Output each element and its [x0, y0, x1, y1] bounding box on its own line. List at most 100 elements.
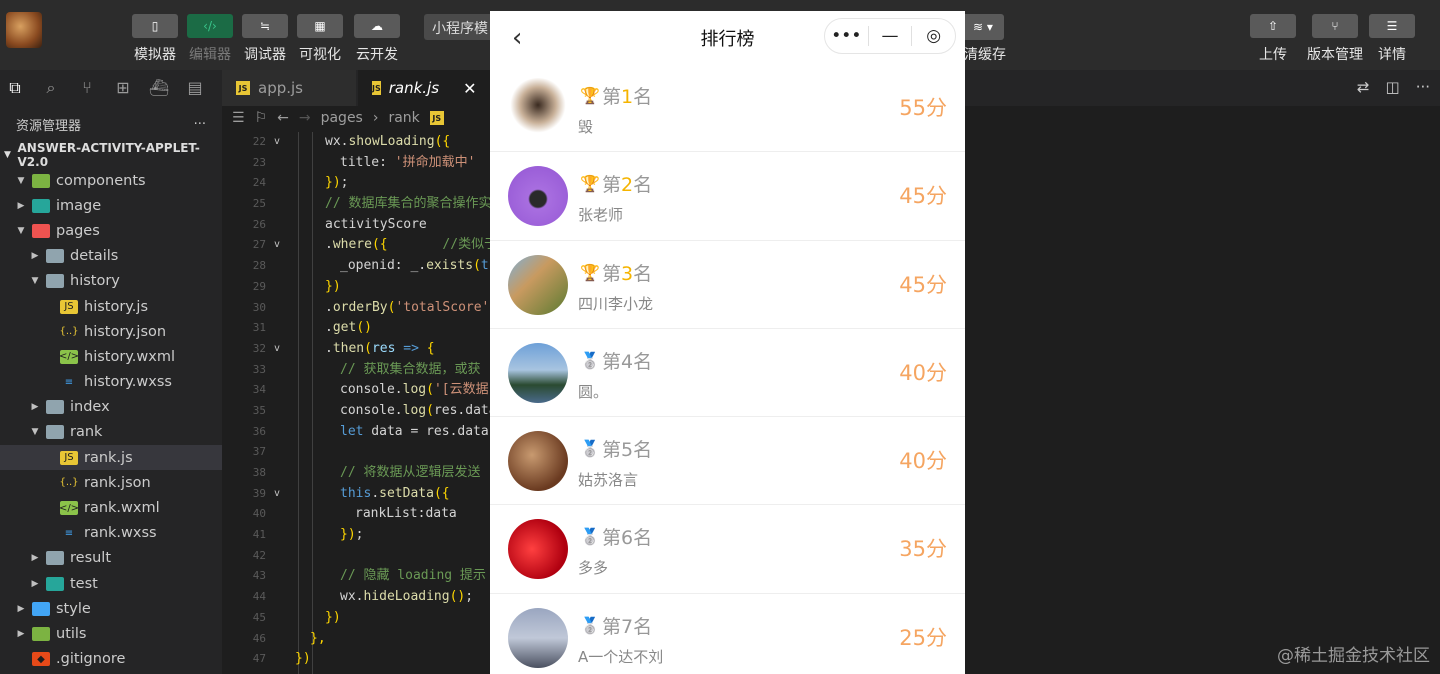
tree-item-label: rank.json	[84, 474, 151, 491]
more-actions-icon[interactable]: ···	[1416, 78, 1430, 96]
clear-cache-button[interactable]: ≋ ▾	[962, 14, 1004, 40]
details-button[interactable]: ☰ 详情	[1367, 14, 1417, 64]
tree-item[interactable]: ▶ result	[0, 546, 222, 571]
line-number: 33	[252, 362, 266, 376]
code-text: activityScore	[325, 215, 427, 236]
rank-item[interactable]: 🏆 第2名 张老师 45分	[490, 152, 965, 241]
code-token: (	[426, 382, 434, 398]
code-text: })	[325, 277, 341, 298]
rank-item[interactable]: 🥈 第7名 A一个达不刘 25分	[490, 594, 965, 674]
tree-item[interactable]: ▼ components	[0, 168, 222, 193]
close-icon[interactable]: ✕	[463, 79, 476, 98]
version-button[interactable]: ⑂ 版本管理	[1305, 14, 1365, 64]
cloud-button[interactable]: ☁ 云开发	[352, 14, 402, 64]
rank-item[interactable]: 🥈 第5名 姑苏洛言 40分	[490, 417, 965, 506]
rank-item[interactable]: 🥈 第4名 圆。 40分	[490, 329, 965, 418]
tab-app-js[interactable]: JS app.js	[222, 70, 356, 106]
project-root-label: ANSWER-ACTIVITY-APPLET-V2.0	[17, 141, 200, 169]
code-text: })	[295, 649, 311, 670]
fold-icon[interactable]: v	[274, 235, 280, 256]
rank-item[interactable]: 🥈 第6名 多多 35分	[490, 505, 965, 594]
tree-item[interactable]: ▼ history	[0, 269, 222, 294]
line-number: 26	[252, 217, 266, 231]
tree-item[interactable]: ≡ rank.wxss	[0, 521, 222, 546]
score: 25分	[899, 625, 947, 650]
code-token: console.	[340, 382, 403, 398]
line-number: 39	[252, 486, 266, 500]
source-control-icon[interactable]: ⑂	[76, 77, 98, 99]
upload-button[interactable]: ⇧ 上传	[1248, 14, 1298, 64]
files-icon[interactable]: ⧉	[4, 77, 26, 99]
tree-item[interactable]: {..} rank.json	[0, 470, 222, 495]
tab-rank-js[interactable]: JS rank.js ✕	[358, 70, 490, 106]
score: 55分	[899, 96, 947, 120]
close-target-icon[interactable]: ◎	[912, 26, 955, 46]
back-arrow-icon[interactable]: ←	[277, 110, 289, 126]
code-token: _openid: _.	[340, 258, 427, 274]
code-token: .	[371, 485, 380, 501]
rank-prefix: 第	[602, 527, 622, 550]
tree-item[interactable]: ▼ pages	[0, 218, 222, 243]
project-avatar[interactable]	[6, 12, 42, 48]
project-root[interactable]: ▼ ANSWER-ACTIVITY-APPLET-V2.0	[0, 141, 222, 169]
tree-item[interactable]: </> rank.wxml	[0, 495, 222, 520]
search-icon[interactable]: ⌕	[40, 77, 62, 99]
visualize-button[interactable]: ▦ 可视化	[295, 14, 345, 64]
code-token: (	[473, 258, 481, 274]
code-token: {	[418, 340, 435, 356]
compare-icon[interactable]: ⇄	[1357, 78, 1370, 96]
code-line: 30 .orderBy('totalScore',	[222, 298, 490, 319]
tab-label: app.js	[258, 79, 303, 97]
fold-icon[interactable]: v	[274, 132, 280, 153]
tree-item[interactable]: JS rank.js	[0, 445, 222, 471]
docker-icon[interactable]: ⛴	[148, 77, 170, 99]
chevron-down-icon: ▼	[17, 175, 25, 186]
tree-item[interactable]: </> history.wxml	[0, 344, 222, 369]
tree-item[interactable]: ▶ index	[0, 395, 222, 420]
tree-item[interactable]: ▼ rank	[0, 420, 222, 445]
forward-arrow-icon[interactable]: →	[299, 110, 311, 126]
folder-icon	[32, 601, 50, 616]
tree-item[interactable]: {..} history.json	[0, 319, 222, 344]
trophy-icon: 🏆	[580, 262, 600, 282]
fold-icon[interactable]: v	[274, 484, 280, 505]
code-token: res	[371, 340, 396, 356]
bookmark-icon[interactable]: ⚐	[255, 110, 268, 126]
tree-item[interactable]: ▶ style	[0, 596, 222, 621]
code-token: wx.	[325, 134, 349, 149]
tree-item[interactable]: ▶ image	[0, 193, 222, 218]
code-text: // 数据库集合的聚合操作实	[325, 194, 490, 215]
more-icon[interactable]: ···	[194, 117, 206, 132]
tree-item[interactable]: ▶ test	[0, 571, 222, 596]
minimize-icon[interactable]: —	[869, 26, 912, 46]
editor-button[interactable]: ‹/› 编辑器	[185, 14, 235, 64]
extensions-icon[interactable]: ⊞	[112, 77, 134, 99]
storage-icon[interactable]: ▤	[184, 77, 206, 99]
tree-item[interactable]: JS history.js	[0, 294, 222, 319]
fold-icon[interactable]: v	[274, 339, 280, 360]
rank-item[interactable]: 🏆 第3名 四川李小龙 45分	[490, 241, 965, 329]
split-editor-icon[interactable]: ◫	[1386, 78, 1400, 96]
rank-prefix: 第	[602, 439, 622, 462]
debugger-button[interactable]: ≒ 调试器	[240, 14, 290, 64]
code-editor[interactable]: 22 v wx.showLoading({23 title: '拼命加载中' 24});…	[222, 132, 490, 674]
breadcrumb-pages[interactable]: pages	[321, 110, 363, 126]
simulator-button[interactable]: ▯ 模拟器	[130, 14, 180, 64]
more-dots-icon[interactable]: •••	[825, 26, 868, 46]
rank-item[interactable]: 🏆 第1名毁 55分	[490, 64, 965, 153]
tree-item[interactable]: ≡ history.wxss	[0, 370, 222, 395]
clear-cache-label: 清缓存	[964, 47, 1006, 63]
tree-item[interactable]: ▶ details	[0, 244, 222, 269]
tree-item[interactable]: ▶ utils	[0, 621, 222, 646]
upload-label: 上传	[1259, 47, 1287, 63]
tree-item[interactable]: ◆ .gitignore	[0, 647, 222, 672]
breadcrumb-rank[interactable]: rank	[388, 110, 419, 126]
code-icon: ‹/›	[187, 14, 233, 38]
js-file-icon: JS	[60, 450, 78, 465]
rank-label: 第3名	[602, 259, 652, 286]
code-token: ()	[356, 320, 372, 336]
outline-icon[interactable]: ☰	[232, 110, 245, 126]
tree-item-label: utils	[56, 625, 87, 642]
mode-select[interactable]: 小程序模	[424, 14, 494, 40]
avatar	[508, 166, 568, 227]
